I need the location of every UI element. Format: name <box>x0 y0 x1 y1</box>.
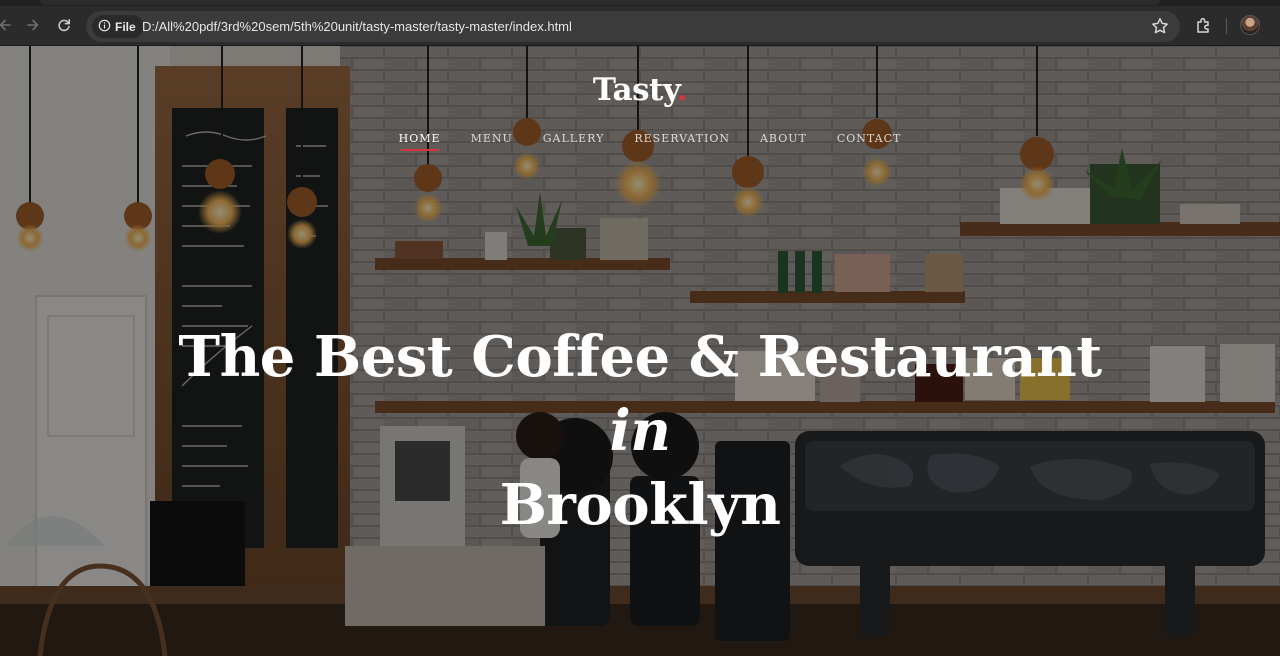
nav-home[interactable]: Home <box>399 132 441 151</box>
main-nav: Home Menu Gallery Reservation About Cont… <box>0 132 1280 151</box>
forward-icon[interactable] <box>22 14 44 36</box>
hero-section: Tasty. Home Menu Gallery Reservation Abo… <box>0 46 1280 656</box>
nav-contact[interactable]: Contact <box>837 132 902 151</box>
headline-main: The Best Coffee & Restaurant <box>178 323 1102 390</box>
hero-headline: The Best Coffee & Restaurant in Brooklyn <box>0 320 1280 542</box>
extensions-puzzle-icon[interactable] <box>1194 16 1214 36</box>
security-chip-label: File <box>115 19 136 34</box>
address-bar[interactable]: File D:/All%20pdf/3rd%20sem/5th%20unit/t… <box>86 11 1180 42</box>
nav-gallery[interactable]: Gallery <box>543 132 605 151</box>
back-icon[interactable] <box>0 14 16 36</box>
browser-toolbar: File D:/All%20pdf/3rd%20sem/5th%20unit/t… <box>0 0 1280 46</box>
brand-dot: . <box>676 72 688 108</box>
headline-end: Brooklyn <box>499 471 781 538</box>
info-icon <box>98 19 111 35</box>
url-text[interactable]: D:/All%20pdf/3rd%20sem/5th%20unit/tasty-… <box>142 19 572 34</box>
bookmark-star-icon[interactable] <box>1150 16 1170 36</box>
site-logo[interactable]: Tasty. <box>0 72 1280 108</box>
reload-icon[interactable] <box>53 14 75 36</box>
profile-avatar[interactable] <box>1240 15 1260 35</box>
toolbar-divider <box>1226 18 1227 34</box>
site-info-chip[interactable]: File <box>92 15 144 38</box>
nav-about[interactable]: About <box>760 132 807 151</box>
nav-menu[interactable]: Menu <box>471 132 513 151</box>
headline-italic: in <box>609 397 672 464</box>
tab-strip <box>0 0 1280 6</box>
brand-name: Tasty <box>592 72 677 108</box>
nav-reservation[interactable]: Reservation <box>634 132 730 151</box>
